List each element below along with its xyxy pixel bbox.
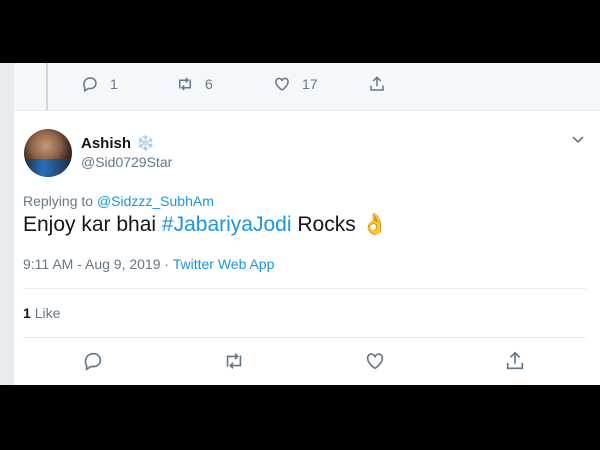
tweet-metadata: 9:11 AM - Aug 9, 2019 · Twitter Web App xyxy=(23,256,274,272)
timestamp[interactable]: 9:11 AM - Aug 9, 2019 · xyxy=(23,256,173,272)
retweet-button[interactable] xyxy=(223,350,245,372)
author-handle[interactable]: @Sid0729Star xyxy=(81,154,172,170)
retweet-icon xyxy=(226,353,242,369)
divider xyxy=(14,110,600,111)
likes-summary[interactable]: 1 Like xyxy=(23,305,60,321)
tweet-text: Enjoy kar bhai #JabariyaJodi Rocks 👌 xyxy=(23,213,388,236)
share-icon xyxy=(506,351,524,370)
share-icon xyxy=(370,76,384,91)
reply-icon xyxy=(84,352,102,371)
replying-to-link[interactable]: @Sidzzz_SubhAm xyxy=(97,193,214,209)
divider xyxy=(23,288,586,289)
like-button[interactable] xyxy=(364,350,386,372)
reply-button[interactable]: 1 xyxy=(81,75,118,93)
reply-count: 1 xyxy=(110,76,118,92)
retweet-count: 6 xyxy=(205,76,213,92)
like-icon xyxy=(366,353,384,370)
snowflake-emoji: ❄️ xyxy=(136,135,155,152)
tweet-page: 1 6 17 Ashish ❄️ @Sid0729Star Replying t… xyxy=(0,63,600,385)
replying-to: Replying to @Sidzzz_SubhAm xyxy=(23,193,214,209)
avatar[interactable] xyxy=(24,129,72,177)
like-icon xyxy=(275,77,289,91)
retweet-button[interactable]: 6 xyxy=(176,75,213,93)
hashtag-link[interactable]: #JabariyaJodi xyxy=(162,213,292,236)
ok-hand-emoji: 👌 xyxy=(361,213,388,236)
divider xyxy=(23,337,586,338)
like-count: 17 xyxy=(302,76,318,92)
chevron-down-icon[interactable] xyxy=(571,133,585,147)
likes-count: 1 xyxy=(23,305,31,321)
reply-icon xyxy=(83,77,97,93)
retweet-icon xyxy=(179,77,191,91)
source-link[interactable]: Twitter Web App xyxy=(173,256,275,272)
author-name[interactable]: Ashish ❄️ xyxy=(81,134,155,153)
share-button[interactable] xyxy=(368,75,386,93)
share-button[interactable] xyxy=(504,350,526,372)
tweet-card: 1 6 17 Ashish ❄️ @Sid0729Star Replying t… xyxy=(14,63,600,385)
thread-line xyxy=(46,63,48,111)
like-button[interactable]: 17 xyxy=(273,75,318,93)
likes-label: Like xyxy=(34,305,61,321)
previous-tweet-actions: 1 6 17 xyxy=(14,63,600,111)
reply-button[interactable] xyxy=(82,350,104,372)
